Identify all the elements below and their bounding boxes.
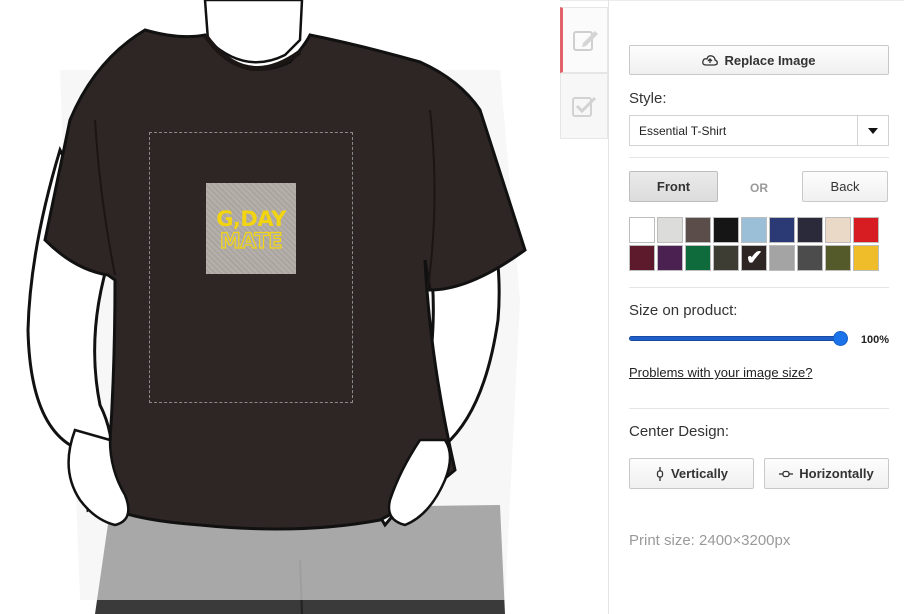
design-options-panel: Replace Image Style: Essential T-Shirt F…	[629, 0, 889, 614]
size-value: 100%	[860, 334, 889, 346]
color-swatch[interactable]	[657, 245, 683, 271]
back-label: Back	[830, 179, 860, 194]
design-text-line1: G,DAY	[216, 207, 286, 231]
back-button[interactable]: Back	[802, 171, 888, 202]
or-label: OR	[750, 181, 768, 195]
style-select-value: Essential T-Shirt	[639, 123, 727, 138]
product-preview: G,DAY MATE	[0, 0, 560, 614]
panel-divider	[608, 0, 609, 614]
color-swatch[interactable]	[825, 217, 851, 243]
checkmark-icon: ✔	[746, 247, 763, 269]
style-select[interactable]: Essential T-Shirt	[629, 115, 889, 146]
design-image[interactable]: G,DAY MATE	[206, 183, 296, 274]
color-swatch[interactable]	[685, 245, 711, 271]
replace-image-label: Replace Image	[724, 52, 816, 68]
color-swatch[interactable]	[797, 217, 823, 243]
size-on-product-label: Size on product:	[629, 302, 738, 319]
replace-image-button[interactable]: Replace Image	[629, 45, 889, 75]
color-swatch[interactable]	[629, 217, 655, 243]
color-swatch[interactable]	[741, 217, 767, 243]
cloud-upload-icon	[702, 55, 719, 66]
size-slider-track	[629, 336, 841, 341]
vertically-label: Vertically	[670, 466, 729, 481]
edit-icon	[573, 31, 598, 51]
color-swatch[interactable]	[713, 217, 739, 243]
center-vertically-button[interactable]: Vertically	[629, 458, 754, 489]
center-design-label: Center Design:	[629, 423, 730, 440]
divider-line	[629, 287, 889, 288]
print-size-text: Print size: 2400×3200px	[629, 532, 791, 549]
size-slider-thumb[interactable]	[833, 331, 848, 346]
design-text-line2: MATE	[219, 228, 283, 253]
color-swatch[interactable]	[685, 217, 711, 243]
center-horizontally-button[interactable]: Horizontally	[764, 458, 889, 489]
size-slider[interactable]	[629, 331, 848, 347]
horizontally-label: Horizontally	[799, 466, 874, 481]
style-label: Style:	[629, 90, 667, 107]
divider-line	[629, 157, 889, 158]
front-label: Front	[656, 179, 691, 194]
align-vertical-icon	[656, 466, 664, 481]
color-swatch[interactable]	[713, 245, 739, 271]
tab-edit[interactable]	[560, 7, 608, 73]
color-swatch[interactable]	[629, 245, 655, 271]
color-swatch[interactable]	[769, 245, 795, 271]
color-swatch[interactable]: ✔	[741, 245, 767, 271]
front-button[interactable]: Front	[629, 171, 718, 202]
color-swatch[interactable]	[769, 217, 795, 243]
align-horizontal-icon	[779, 470, 794, 477]
color-swatch[interactable]	[657, 217, 683, 243]
editor-side-tabs	[560, 7, 608, 139]
divider-line	[629, 408, 889, 409]
problems-image-size-link[interactable]: Problems with your image size?	[629, 365, 813, 380]
color-swatch[interactable]	[797, 245, 823, 271]
color-swatch[interactable]	[825, 245, 851, 271]
caret-down-icon	[857, 116, 888, 145]
color-swatch[interactable]	[853, 245, 879, 271]
color-swatches: ✔	[629, 217, 881, 271]
tab-done[interactable]	[560, 73, 608, 139]
color-swatch[interactable]	[853, 217, 879, 243]
checkbox-icon	[572, 96, 597, 117]
